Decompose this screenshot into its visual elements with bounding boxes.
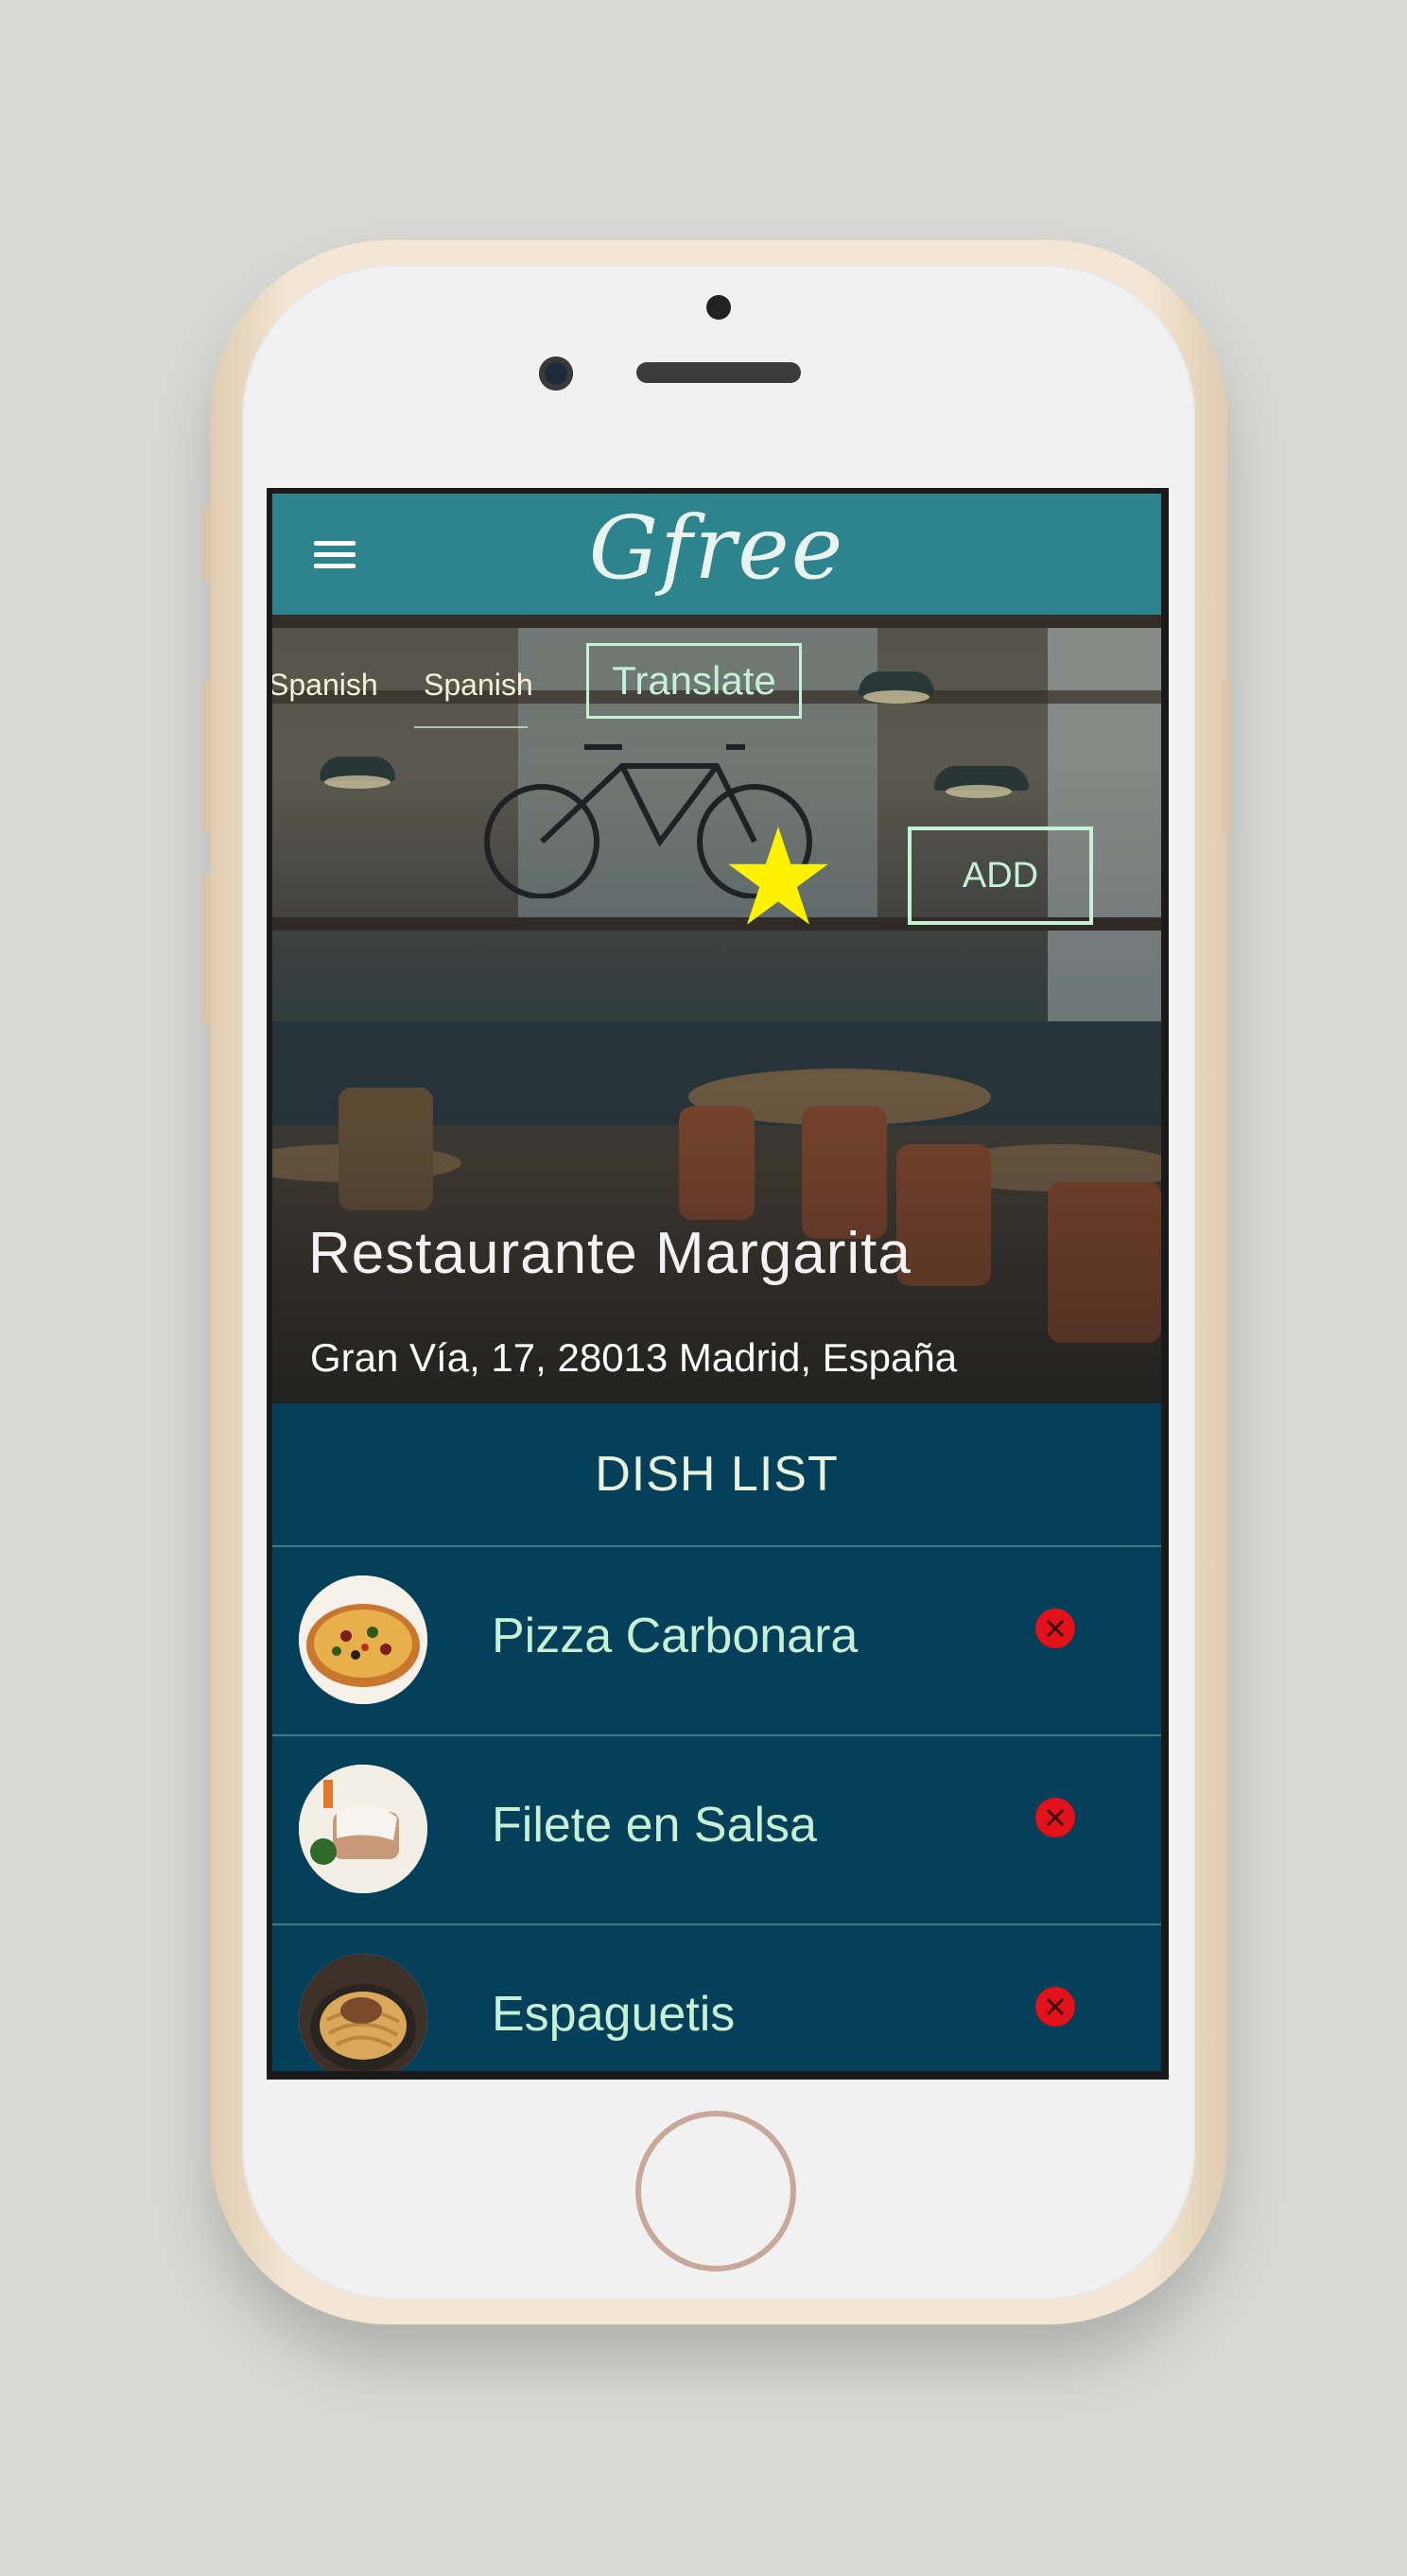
home-button[interactable]: [635, 2111, 796, 2271]
mute-switch: [202, 506, 211, 582]
dish-list-header: DISH LIST: [272, 1403, 1161, 1547]
language-underline: [414, 726, 528, 728]
restaurant-address: Gran Vía, 17, 28013 Madrid, España: [310, 1335, 958, 1380]
dish-name: Filete en Salsa: [492, 1798, 817, 1853]
remove-icon[interactable]: [1034, 1608, 1076, 1649]
dish-list-item[interactable]: Filete en Salsa: [272, 1736, 1161, 1925]
volume-up-button: [202, 681, 211, 832]
top-app-bar: Gfree: [272, 494, 1161, 615]
translate-button[interactable]: Translate: [586, 643, 802, 719]
spaghetti-thumbnail: [299, 1954, 427, 2071]
add-button[interactable]: ADD: [908, 827, 1093, 925]
dish-list-item[interactable]: Espaguetis: [272, 1925, 1161, 2071]
earpiece-speaker: [636, 362, 801, 383]
steak-thumbnail: [299, 1765, 427, 1893]
dish-name: Pizza Carbonara: [492, 1609, 859, 1663]
remove-icon[interactable]: [1034, 1986, 1076, 2028]
proximity-sensor: [706, 295, 731, 320]
power-button: [1222, 681, 1230, 832]
language-option-source[interactable]: Spanish: [272, 668, 378, 703]
front-camera: [539, 357, 573, 391]
restaurant-hero: Spanish Spanish Translate ADD Restaurant…: [272, 615, 1161, 1403]
remove-icon[interactable]: [1034, 1797, 1076, 1838]
favorite-star-icon[interactable]: [726, 825, 830, 929]
dish-list-item[interactable]: Pizza Carbonara: [272, 1547, 1161, 1736]
dish-name: Espaguetis: [492, 1987, 736, 2042]
app-logo: Gfree: [588, 497, 845, 599]
pizza-thumbnail: [299, 1575, 427, 1704]
volume-down-button: [202, 875, 211, 1026]
app-view: Gfree Spanish Spanish Translate ADD Rest…: [272, 494, 1161, 2071]
phone-screen: Gfree Spanish Spanish Translate ADD Rest…: [267, 488, 1169, 2080]
restaurant-name: Restaurante Margarita: [308, 1221, 912, 1286]
language-option-target[interactable]: Spanish: [424, 668, 533, 703]
